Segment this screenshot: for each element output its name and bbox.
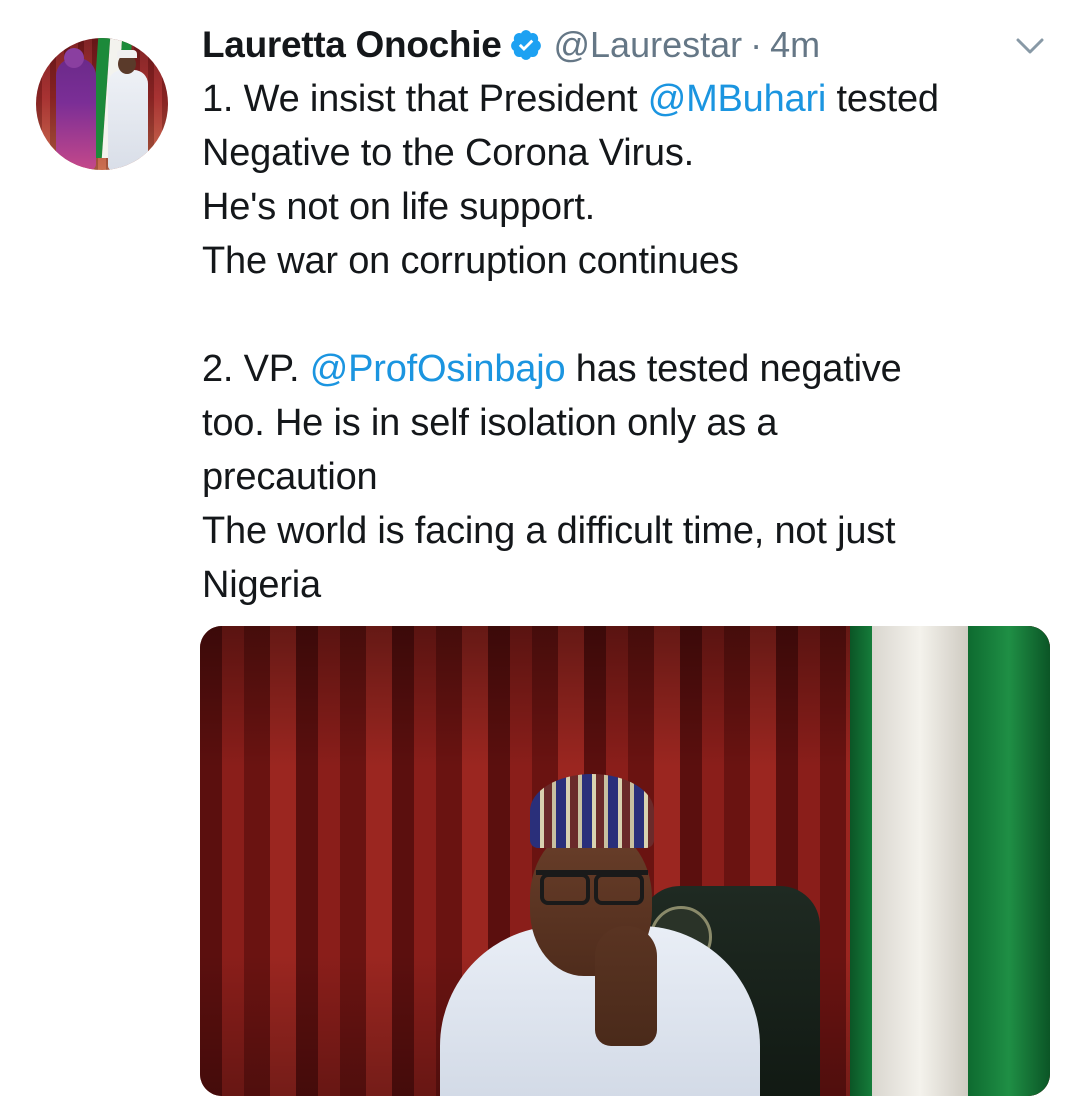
author-avatar[interactable] xyxy=(36,38,168,170)
author-display-name[interactable]: Lauretta Onochie xyxy=(202,24,502,66)
mention-link[interactable]: @MBuhari xyxy=(648,78,827,120)
tweet-header: Lauretta Onochie @Laurestar · 4m xyxy=(202,22,820,68)
chevron-down-icon[interactable] xyxy=(1010,32,1050,62)
tweet-line: Negative to the Corona Virus. xyxy=(202,126,1042,180)
tweet-text-segment: Negative to the Corona Virus. xyxy=(202,132,695,174)
tweet-line: The war on corruption continues xyxy=(202,234,1042,288)
tweet-line: Nigeria xyxy=(202,558,1042,612)
tweet-photo[interactable] xyxy=(200,626,1050,1096)
tweet-text-segment: 1. We insist that President xyxy=(202,78,648,120)
tweet-line: The world is facing a difficult time, no… xyxy=(202,504,1042,558)
tweet-line: He's not on life support. xyxy=(202,180,1042,234)
tweet-text-segment: 2. VP. xyxy=(202,348,310,390)
tweet-text-segment: Nigeria xyxy=(202,564,321,606)
tweet-line: too. He is in self isolation only as a xyxy=(202,396,1042,450)
tweet-text-segment: precaution xyxy=(202,456,378,498)
tweet-text: 1. We insist that President @MBuhari tes… xyxy=(202,72,1042,612)
tweet-text-segment: The world is facing a difficult time, no… xyxy=(202,510,896,552)
header-separator: · xyxy=(750,24,763,65)
tweet-line: 1. We insist that President @MBuhari tes… xyxy=(202,72,1042,126)
tweet-text-segment: The war on corruption continues xyxy=(202,240,739,282)
tweet-text-segment: tested xyxy=(826,78,940,120)
mention-link[interactable]: @ProfOsinbajo xyxy=(310,348,566,390)
author-handle[interactable]: @Laurestar xyxy=(553,24,742,66)
tweet-line: precaution xyxy=(202,450,1042,504)
tweet-text-segment: too. He is in self isolation only as a xyxy=(202,402,778,444)
tweet-text-segment: has tested negative xyxy=(565,348,902,390)
tweet-timestamp[interactable]: 4m xyxy=(770,24,820,66)
tweet-line: 2. VP. @ProfOsinbajo has tested negative xyxy=(202,342,1042,396)
verified-badge-icon xyxy=(511,30,542,60)
tweet-text-segment: He's not on life support. xyxy=(202,186,596,228)
